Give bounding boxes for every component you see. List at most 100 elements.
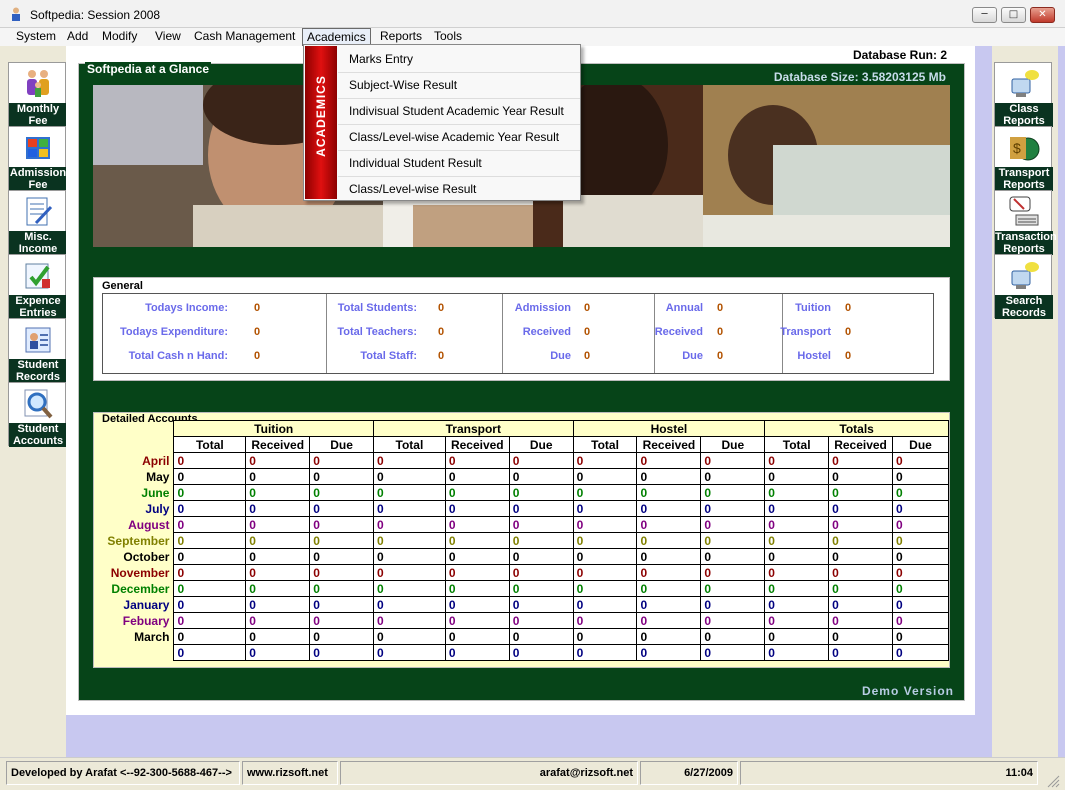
table-row: Febuary 0 0 0 0 0 0 0 0 0 0 0 0 xyxy=(94,612,949,629)
account-cell: 0 xyxy=(508,516,574,533)
table-row: August 0 0 0 0 0 0 0 0 0 0 0 0 xyxy=(94,516,949,533)
total-staff-label: Total Staff: xyxy=(360,350,417,362)
menu-view[interactable]: View xyxy=(151,28,185,46)
demo-version-label: Demo Version xyxy=(861,684,954,698)
account-cell: 0 xyxy=(764,564,830,581)
account-cell: 0 xyxy=(373,596,446,613)
menu-side-banner: ACADEMICS xyxy=(305,46,337,199)
menu-cash-management[interactable]: Cash Management xyxy=(190,28,299,46)
resize-grip-icon[interactable] xyxy=(1046,774,1060,788)
account-cell: 0 xyxy=(508,596,574,613)
account-cell: 0 xyxy=(764,516,830,533)
todays-expenditure-value: 0 xyxy=(254,326,261,338)
table-row: November 0 0 0 0 0 0 0 0 0 0 0 0 xyxy=(94,564,949,581)
todays-expenditure-label: Todays Expenditure: xyxy=(120,326,228,338)
admission-fee-label: Admission Fee xyxy=(9,167,67,191)
menu-item-marks-entry[interactable]: Marks Entry xyxy=(338,47,580,73)
total-teachers-value: 0 xyxy=(438,326,445,338)
subcol-header: Received xyxy=(444,436,510,453)
svg-text:$: $ xyxy=(1013,140,1021,156)
transaction-reports-button[interactable]: Transaction Reports xyxy=(994,190,1057,255)
family-icon xyxy=(27,70,49,97)
status-bar: Developed by Arafat <--92-300-5688-467--… xyxy=(0,757,1065,790)
magnifier-icon xyxy=(24,389,53,419)
subcol-header: Total xyxy=(572,436,638,453)
account-cell: 0 xyxy=(764,644,830,661)
keyboard-chat-icon xyxy=(1009,196,1039,226)
account-cell: 0 xyxy=(245,580,311,597)
admission-received-label: Received xyxy=(522,326,571,338)
expence-entries-label: Expence Entries xyxy=(9,295,67,319)
account-cell: 0 xyxy=(373,468,446,485)
month-label: July xyxy=(145,501,170,516)
account-cell: 0 xyxy=(508,612,574,629)
account-cell: 0 xyxy=(173,612,247,629)
computer-chat-icon xyxy=(1011,70,1039,97)
menu-item-individual-academic-year[interactable]: Indivisual Student Academic Year Result xyxy=(338,99,580,125)
month-label: October xyxy=(123,549,170,564)
todays-income-label: Todays Income: xyxy=(145,302,228,314)
account-cell: 0 xyxy=(636,612,702,629)
tuition-label: Tuition xyxy=(795,302,831,314)
maximize-button[interactable]: □ xyxy=(1001,7,1026,23)
account-cell: 0 xyxy=(173,596,247,613)
status-email: arafat@rizsoft.net xyxy=(340,761,638,785)
app-window: Softpedia: Session 2008 ─ □ ✕ System Add… xyxy=(0,0,1065,790)
account-cell: 0 xyxy=(508,580,574,597)
account-cell: 0 xyxy=(764,532,830,549)
account-cell: 0 xyxy=(444,452,510,469)
student-accounts-button[interactable]: Student Accounts xyxy=(8,382,67,447)
account-cell: 0 xyxy=(309,564,375,581)
status-time: 11:04 xyxy=(740,761,1038,785)
transport-reports-button[interactable]: $ Transport Reports xyxy=(994,126,1053,191)
subcol-header: Due xyxy=(892,436,949,453)
account-cell: 0 xyxy=(764,500,830,517)
account-cell: 0 xyxy=(828,532,894,549)
expence-entries-button[interactable]: Expence Entries xyxy=(8,254,67,319)
close-button[interactable]: ✕ xyxy=(1030,7,1055,23)
account-cell: 0 xyxy=(373,452,446,469)
minimize-button[interactable]: ─ xyxy=(972,7,997,23)
misc-income-button[interactable]: Misc. Income xyxy=(8,190,67,255)
search-records-button[interactable]: Search Records xyxy=(994,254,1053,319)
table-row: June 0 0 0 0 0 0 0 0 0 0 0 0 xyxy=(94,484,949,501)
account-cell: 0 xyxy=(636,468,702,485)
menu-system[interactable]: System xyxy=(12,28,60,46)
monthly-fee-label: Monthly Fee xyxy=(9,103,67,127)
account-cell: 0 xyxy=(892,484,949,501)
account-cell: 0 xyxy=(444,580,510,597)
menu-item-individual-student-result[interactable]: Individual Student Result xyxy=(338,151,580,177)
account-cell: 0 xyxy=(245,532,311,549)
account-cell: 0 xyxy=(309,452,375,469)
admission-fee-button[interactable]: Admission Fee xyxy=(8,126,67,191)
menu-modify[interactable]: Modify xyxy=(98,28,141,46)
account-cell: 0 xyxy=(700,564,766,581)
account-cell: 0 xyxy=(892,596,949,613)
account-cell: 0 xyxy=(173,532,247,549)
account-cell: 0 xyxy=(700,596,766,613)
account-cell: 0 xyxy=(245,612,311,629)
subcol-header: Received xyxy=(636,436,702,453)
menu-add[interactable]: Add xyxy=(63,28,92,46)
table-row: July 0 0 0 0 0 0 0 0 0 0 0 0 xyxy=(94,500,949,517)
account-cell: 0 xyxy=(444,564,510,581)
monthly-fee-button[interactable]: Monthly Fee xyxy=(8,62,67,127)
account-cell: 0 xyxy=(373,628,446,645)
account-cell: 0 xyxy=(373,580,446,597)
account-cell: 0 xyxy=(309,644,375,661)
account-cell: 0 xyxy=(245,516,311,533)
annual-received-value: 0 xyxy=(717,326,724,338)
student-records-button[interactable]: Student Records xyxy=(8,318,67,383)
transport-reports-label: Transport Reports xyxy=(995,167,1053,191)
account-cell: 0 xyxy=(572,532,638,549)
account-cell: 0 xyxy=(636,644,702,661)
menu-side-label: ACADEMICS xyxy=(314,75,328,157)
table-row: January 0 0 0 0 0 0 0 0 0 0 0 0 xyxy=(94,596,949,613)
menu-item-class-level-result[interactable]: Class/Level-wise Result xyxy=(338,177,580,203)
class-reports-button[interactable]: Class Reports xyxy=(994,62,1053,127)
account-cell: 0 xyxy=(508,500,574,517)
menu-item-subject-wise-result[interactable]: Subject-Wise Result xyxy=(338,73,580,99)
account-cell: 0 xyxy=(764,596,830,613)
account-cell: 0 xyxy=(828,500,894,517)
menu-item-class-academic-year[interactable]: Class/Level-wise Academic Year Result xyxy=(338,125,580,151)
